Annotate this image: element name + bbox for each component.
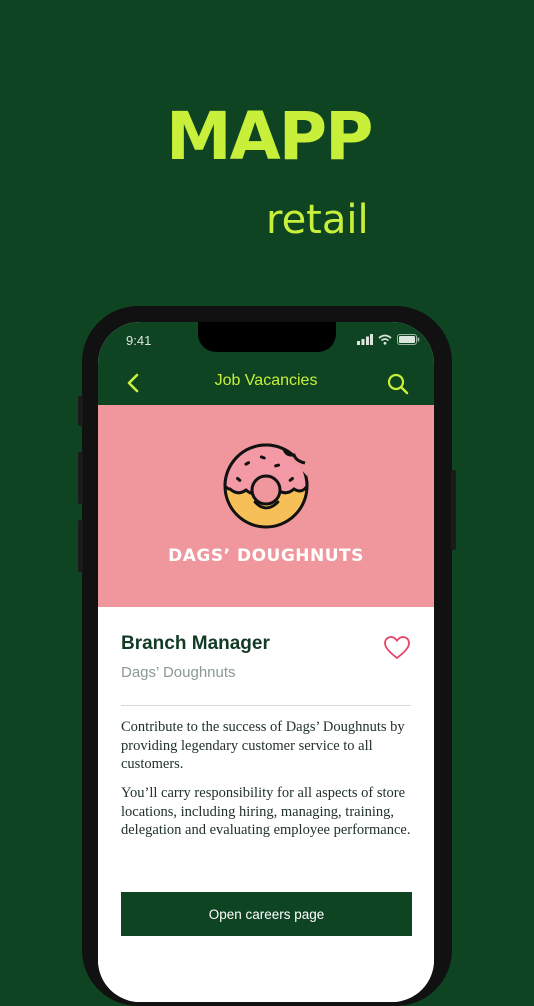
doughnut-icon <box>223 443 309 529</box>
page-title: Job Vacancies <box>214 372 318 389</box>
signal-icon <box>357 334 373 345</box>
app-bar: 9:41 Job Vacancies <box>98 322 434 405</box>
notch <box>198 322 336 352</box>
job-title: Branch Manager <box>121 633 270 654</box>
phone-side-button <box>451 470 456 550</box>
status-icons <box>357 334 420 345</box>
status-time: 9:41 <box>126 333 152 348</box>
phone-side-button <box>78 452 83 504</box>
job-description-paragraph: You’ll carry responsibility for all aspe… <box>121 785 411 838</box>
search-icon[interactable] <box>386 372 410 396</box>
divider <box>121 705 411 706</box>
phone-side-button <box>78 520 83 572</box>
company-banner: DAGS’ DOUGHNUTS <box>98 405 434 607</box>
mapp-logo: MAPP <box>166 98 374 175</box>
wifi-icon <box>378 334 392 345</box>
battery-icon <box>397 334 420 345</box>
open-careers-page-button[interactable]: Open careers page <box>121 892 412 936</box>
phone-side-button <box>78 396 83 426</box>
heart-icon[interactable] <box>384 636 410 660</box>
company-logo-text: DAGS’ DOUGHNUTS <box>168 546 364 566</box>
job-detail-card: Branch Manager Dags’ Doughnuts Contribut… <box>98 607 434 1002</box>
brand-subtitle: retail <box>266 197 369 243</box>
company-name: Dags’ Doughnuts <box>121 664 236 681</box>
phone-screen: 9:41 Job Vacancies DAGS’ DOUGHNUTS Branc… <box>98 322 434 1002</box>
job-description-paragraph: Contribute to the success of Dags’ Dough… <box>121 719 405 772</box>
